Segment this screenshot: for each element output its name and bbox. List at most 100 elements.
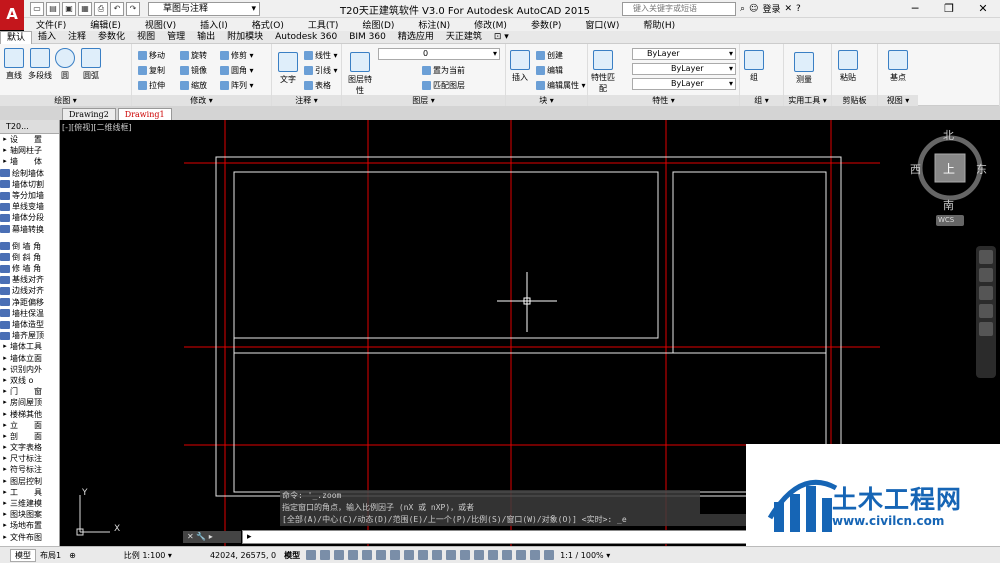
palette-item[interactable]: ▸ 门 窗 — [0, 386, 59, 397]
selection-cycling-icon[interactable] — [460, 550, 471, 560]
maximize-button[interactable]: ❐ — [932, 0, 966, 18]
move-button[interactable]: 移动 — [138, 50, 165, 61]
exchange-icon[interactable]: ✕ — [784, 4, 792, 14]
grid-icon[interactable] — [306, 550, 317, 560]
match-layer-button[interactable]: 匹配图层 — [422, 80, 465, 91]
otrack-icon[interactable] — [404, 550, 415, 560]
arc-button[interactable]: 圆弧 — [80, 48, 102, 81]
tab-layout1[interactable]: 布局1 — [36, 550, 65, 561]
menu-format[interactable]: 格式(O) — [240, 18, 296, 31]
tab-featured-apps[interactable]: 精选应用 — [392, 31, 440, 44]
insert-block-button[interactable]: 插入 — [508, 50, 532, 83]
doc-tab-drawing1[interactable]: Drawing1 — [117, 108, 172, 120]
menu-view[interactable]: 视图(V) — [133, 18, 188, 31]
stretch-button[interactable]: 拉伸 — [138, 80, 165, 91]
palette-item[interactable]: ▸ 剖 面 — [0, 431, 59, 442]
3d-osnap-icon[interactable] — [474, 550, 485, 560]
undo-icon[interactable]: ↶ — [110, 2, 124, 16]
zoom-icon[interactable] — [979, 286, 993, 300]
palette-item[interactable]: ▸ 工 具 — [0, 487, 59, 498]
annotation-visibility-icon[interactable] — [530, 550, 541, 560]
palette-item[interactable]: 墙齐屋顶 — [0, 330, 59, 341]
panel-modify-caption[interactable]: 修改 ▾ — [132, 95, 271, 106]
mirror-button[interactable]: 镜像 — [180, 65, 207, 76]
selection-filter-icon[interactable] — [502, 550, 513, 560]
isodraft-icon[interactable] — [390, 550, 401, 560]
menu-draw[interactable]: 绘图(D) — [350, 18, 406, 31]
redo-icon[interactable]: ↷ — [126, 2, 140, 16]
panel-layer-caption[interactable]: 图层 ▾ — [342, 95, 505, 106]
dynamic-input-icon[interactable] — [348, 550, 359, 560]
panel-group-caption[interactable]: 组 ▾ — [740, 95, 783, 106]
palette-item[interactable]: ▸ 墙 体 — [0, 156, 59, 167]
palette-item[interactable]: 基线对齐 — [0, 274, 59, 285]
palette-item[interactable]: 等分加墙 — [0, 190, 59, 201]
tab-default[interactable]: 默认 — [0, 30, 33, 44]
palette-item[interactable]: 墙体分段 — [0, 212, 59, 223]
palette-item[interactable]: ▸ 符号标注 — [0, 464, 59, 475]
palette-item[interactable]: 倒 墙 角 — [0, 241, 59, 252]
ortho-icon[interactable] — [362, 550, 373, 560]
palette-item[interactable]: 倒 斜 角 — [0, 252, 59, 263]
tab-view[interactable]: 视图 — [131, 31, 161, 44]
palette-item[interactable]: ▸ 场地布置 — [0, 520, 59, 531]
panel-annotation-caption[interactable]: 注释 ▾ — [272, 95, 341, 106]
menu-parametric[interactable]: 参数(P) — [519, 18, 573, 31]
palette-item[interactable]: ▸ 文字表格 — [0, 442, 59, 453]
compass-north[interactable]: 北 — [943, 127, 954, 143]
trim-button[interactable]: 修剪 ▾ — [220, 50, 254, 61]
rotate-button[interactable]: 旋转 — [180, 50, 207, 61]
binoculars-icon[interactable]: ⌕ — [740, 4, 745, 14]
orbit-icon[interactable] — [979, 304, 993, 318]
edit-attributes-button[interactable]: 编辑属性 ▾ — [536, 80, 586, 91]
tab-output[interactable]: 输出 — [191, 31, 221, 44]
panel-properties-caption[interactable]: 特性 ▾ — [588, 95, 739, 106]
palette-item[interactable]: ▸ 图层控制 — [0, 476, 59, 487]
menu-help[interactable]: 帮助(H) — [631, 18, 687, 31]
palette-item[interactable]: ▸ 识别内外 — [0, 364, 59, 375]
pan-icon[interactable] — [979, 268, 993, 282]
paste-button[interactable]: 粘贴 — [836, 50, 860, 83]
palette-item[interactable]: 绘制墙体 — [0, 168, 59, 179]
close-button[interactable]: ✕ — [966, 0, 1000, 18]
layer-dropdown[interactable]: 0 — [378, 48, 500, 60]
menu-dimension[interactable]: 标注(N) — [406, 18, 462, 31]
annotation-scale-dropdown[interactable]: 1:1 / 100% ▾ — [556, 551, 614, 560]
linear-dim-button[interactable]: 线性 ▾ — [304, 50, 338, 61]
user-icon[interactable]: ☺ — [749, 4, 758, 14]
palette-item[interactable]: 幕墙转换 — [0, 224, 59, 235]
compass-east[interactable]: 东 — [976, 161, 987, 177]
polyline-button[interactable]: 多段线 — [28, 48, 52, 81]
palette-item[interactable]: 墙柱保温 — [0, 308, 59, 319]
panel-draw-caption[interactable]: 绘图 ▾ — [0, 95, 131, 106]
leader-button[interactable]: 引线 ▾ — [304, 65, 338, 76]
polar-icon[interactable] — [376, 550, 387, 560]
panel-block-caption[interactable]: 块 ▾ — [506, 95, 587, 106]
menu-modify[interactable]: 修改(M) — [462, 18, 519, 31]
array-button[interactable]: 阵列 ▾ — [220, 80, 254, 91]
palette-item[interactable]: ▸ 文件布图 — [0, 532, 59, 543]
copy-button[interactable]: 复制 — [138, 65, 165, 76]
command-line-input[interactable]: ✕ 🔧 ▸ ▸ — [183, 530, 748, 544]
panel-view-caption[interactable]: 视图 ▾ — [878, 95, 918, 106]
auto-scale-icon[interactable] — [544, 550, 555, 560]
save-icon[interactable]: ▣ — [62, 2, 76, 16]
menu-edit[interactable]: 编辑(E) — [78, 18, 133, 31]
compass-west[interactable]: 西 — [910, 161, 921, 177]
text-button[interactable]: 文字 — [276, 52, 300, 85]
palette-item[interactable]: ▸ 图块图案 — [0, 509, 59, 520]
login-button[interactable]: 登录 — [762, 2, 780, 15]
tab-bim360[interactable]: BIM 360 — [343, 31, 392, 44]
base-point-button[interactable]: 基点 — [886, 50, 910, 83]
menu-insert[interactable]: 插入(I) — [188, 18, 240, 31]
scale-dropdown[interactable]: 比例 1:100 ▾ — [120, 550, 176, 561]
tab-model[interactable]: 模型 — [10, 548, 36, 562]
viewcube[interactable]: 北 南 东 西 上 WCS — [910, 127, 988, 230]
osnap-icon[interactable] — [418, 550, 429, 560]
help-icon[interactable]: ? — [796, 4, 801, 14]
fillet-button[interactable]: 圆角 ▾ — [220, 65, 254, 76]
palette-item[interactable]: ▸ 墙体立面 — [0, 353, 59, 364]
palette-item[interactable]: ▸ 双线 o — [0, 375, 59, 386]
set-current-button[interactable]: 置为当前 — [422, 65, 465, 76]
search-input[interactable]: 键入关键字或短语 — [622, 2, 736, 16]
